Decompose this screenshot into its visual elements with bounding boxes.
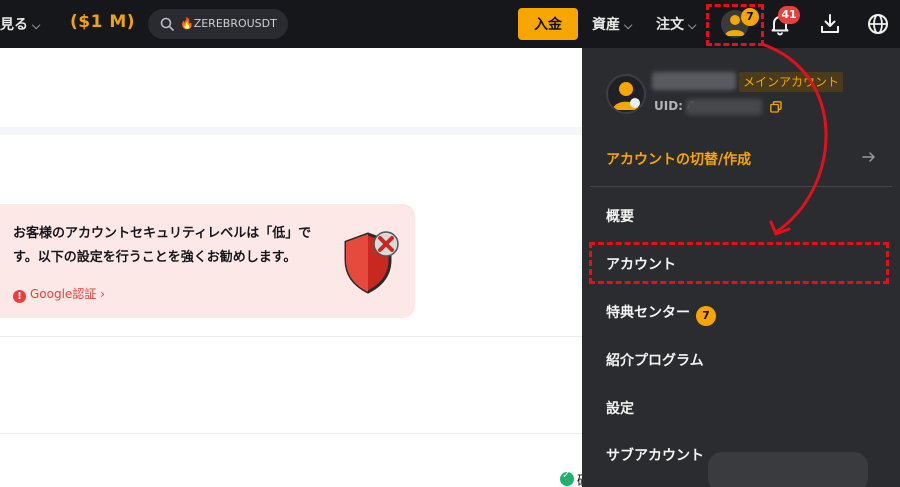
profile-avatar (606, 74, 646, 114)
search-bar[interactable]: 🔥ZEREBROUSDT (148, 9, 288, 39)
search-input[interactable]: 🔥ZEREBROUSDT (180, 17, 277, 30)
menu-item-subaccount[interactable]: サブアカウント (606, 445, 704, 465)
nav-assets-label: 資産 (592, 17, 620, 33)
download-icon[interactable] (818, 12, 842, 36)
chevron-down-icon: ⌵ (624, 19, 633, 32)
top-navbar: 見る ⌵ ($1 M) 🔥ZEREBROUSDT 入金 資産 ⌵ 注文 ⌵ 7 41 (0, 0, 900, 48)
warning-icon: ! (13, 290, 26, 303)
promo-banner[interactable]: ($1 M) (70, 12, 135, 32)
alert-text-line1: お客様のアカウントセキュリティレベルは「低」で (13, 226, 312, 241)
hover-highlight (708, 452, 868, 487)
account-name-redacted (652, 72, 736, 90)
switch-account-link[interactable]: アカウントの切替/作成 (606, 149, 751, 169)
globe-icon[interactable] (866, 12, 890, 36)
nav-assets-menu[interactable]: 資産 ⌵ (592, 14, 632, 34)
main-account-badge: メインアカウント (739, 72, 844, 92)
shield-warning-icon (344, 231, 399, 294)
rewards-badge: 7 (696, 306, 716, 326)
arrow-right-icon[interactable] (862, 150, 876, 164)
nav-more-label: 見る (0, 17, 28, 33)
menu-item-overview[interactable]: 概要 (606, 206, 634, 226)
panel-divider (590, 186, 892, 187)
avatar-highlight-annotation: 7 (706, 4, 764, 46)
content-divider (0, 433, 582, 434)
notification-badge: 41 (778, 6, 800, 24)
chevron-down-icon: ⌵ (688, 19, 697, 32)
chevron-down-icon: ⌵ (32, 19, 41, 32)
nav-orders-label: 注文 (656, 17, 684, 33)
check-circle-icon: ✓ (560, 470, 574, 486)
rewards-center-label: 特典センター (606, 305, 690, 321)
uid-value-redacted (686, 99, 762, 115)
menu-item-referral[interactable]: 紹介プログラム (606, 350, 704, 370)
menu-item-settings[interactable]: 設定 (606, 398, 634, 418)
nav-more-menu[interactable]: 見る ⌵ (0, 14, 40, 34)
google-auth-label: Google認証 › (30, 287, 105, 301)
nav-orders-menu[interactable]: 注文 ⌵ (656, 14, 696, 34)
content-divider (0, 336, 582, 337)
google-auth-link[interactable]: ! Google認証 › (13, 285, 105, 303)
search-icon (160, 17, 174, 31)
copy-icon[interactable] (770, 101, 782, 113)
deposit-button[interactable]: 入金 (518, 8, 578, 40)
alert-text-line2: す。以下の設定を行うことを強くお勧めします。 (13, 250, 297, 265)
user-avatar-icon (613, 82, 640, 110)
account-highlight-annotation (589, 242, 889, 284)
section-divider (0, 127, 582, 135)
avatar-badge: 7 (741, 8, 759, 26)
menu-item-rewards-center[interactable]: 特典センター 7 (606, 302, 716, 326)
